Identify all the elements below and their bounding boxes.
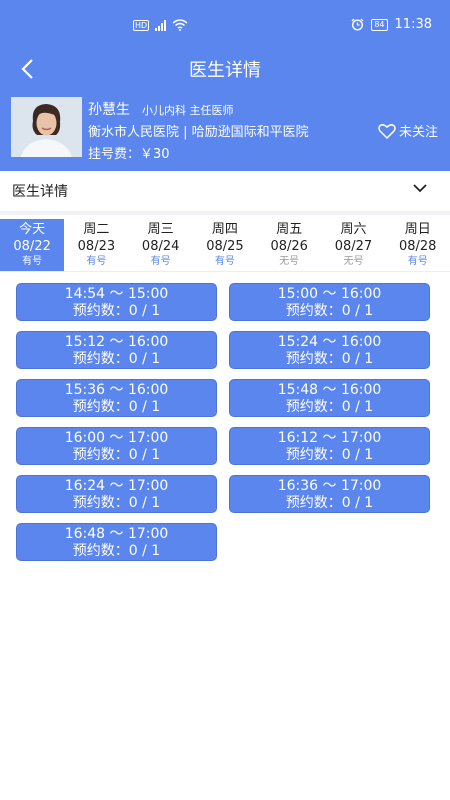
date-tab-availability: 有号 <box>150 256 171 267</box>
date-tab-availability: 有号 <box>214 256 235 267</box>
time-slot-count: 预约数：0 / 1 <box>285 399 374 415</box>
date-tab-6[interactable]: 周日 08/28 有号 <box>386 219 450 271</box>
follow-label: 未关注 <box>398 125 438 140</box>
signal-icon <box>155 19 167 31</box>
nav-bar: 医生详情 <box>0 48 450 88</box>
doctor-info: 孙慧生 小儿内科 主任医师 衡水市人民医院 | 哈励逊国际和平医院 挂号费：￥3… <box>0 97 450 162</box>
time-slot-button[interactable]: 15:00 ～ 16:00 预约数：0 / 1 <box>229 283 430 321</box>
time-slot-button[interactable]: 14:54 ～ 15:00 预约数：0 / 1 <box>16 283 217 321</box>
follow-button[interactable]: 未关注 <box>378 121 438 140</box>
time-slot-range: 14:54 ～ 15:00 <box>64 286 169 302</box>
date-tab-availability: 无号 <box>279 256 300 267</box>
date-tabs: 今天 08/22 有号 周二 08/23 有号 周三 08/24 有号 周四 08/25 有号 周五 08… <box>0 219 450 272</box>
wifi-icon <box>172 19 188 31</box>
date-tab-date: 08/27 <box>334 239 373 254</box>
time-slot-range: 15:00 ～ 16:00 <box>277 286 382 302</box>
doctor-detail-section[interactable]: 医生详情 <box>0 171 450 215</box>
time-slot-count: 预约数：0 / 1 <box>72 303 161 319</box>
date-tab-date: 08/22 <box>13 239 51 254</box>
section-title: 医生详情 <box>12 184 68 200</box>
date-tab-weekday: 周日 <box>404 222 431 237</box>
date-tab-availability: 有号 <box>22 256 43 267</box>
time-slot-count: 预约数：0 / 1 <box>72 351 161 367</box>
status-icons-left: HD <box>133 18 188 32</box>
date-tab-date: 08/24 <box>141 239 180 254</box>
time-slot-count: 预约数：0 / 1 <box>72 543 161 559</box>
date-tab-4[interactable]: 周五 08/26 无号 <box>257 219 321 271</box>
time-slot-button[interactable]: 16:00 ～ 17:00 预约数：0 / 1 <box>16 427 217 465</box>
time-slot-button[interactable]: 15:48 ～ 16:00 预约数：0 / 1 <box>229 379 430 417</box>
time-slot-range: 15:48 ～ 16:00 <box>277 382 382 398</box>
time-slot-button[interactable]: 16:12 ～ 17:00 预约数：0 / 1 <box>229 427 430 465</box>
time-slot-button[interactable]: 16:24 ～ 17:00 预约数：0 / 1 <box>16 475 217 513</box>
time-slot-count: 预约数：0 / 1 <box>285 303 374 319</box>
time-slot-range: 15:24 ～ 16:00 <box>277 334 382 350</box>
time-slot-button[interactable]: 16:48 ～ 17:00 预约数：0 / 1 <box>16 523 217 561</box>
registration-fee: 挂号费：￥30 <box>88 147 170 162</box>
time-slot-button[interactable]: 15:36 ～ 16:00 预约数：0 / 1 <box>16 379 217 417</box>
date-tab-2[interactable]: 周三 08/24 有号 <box>129 219 193 271</box>
date-tab-weekday: 周四 <box>211 222 238 237</box>
chevron-down-icon[interactable] <box>412 183 428 193</box>
date-tab-availability: 无号 <box>343 256 364 267</box>
time-slot-range: 16:36 ～ 17:00 <box>277 478 382 494</box>
page-title: 医生详情 <box>189 60 261 81</box>
doctor-name: 孙慧生 <box>88 102 130 118</box>
doctor-header: HD 84 11:38 医生详情 孙慧生 小儿内科 主任医师 衡水市人民医院 |… <box>0 0 450 171</box>
time-slot-range: 16:12 ～ 17:00 <box>277 430 382 446</box>
hd-badge: HD <box>133 19 150 31</box>
date-tab-date: 08/25 <box>206 239 244 254</box>
status-bar: HD 84 11:38 <box>0 0 450 40</box>
date-tab-weekday: 周二 <box>83 222 110 237</box>
time-slot-count: 预约数：0 / 1 <box>285 447 374 463</box>
time-slot-range: 16:48 ～ 17:00 <box>64 526 169 542</box>
time-slot-button[interactable]: 15:24 ～ 16:00 预约数：0 / 1 <box>229 331 430 369</box>
time-slot-range: 15:36 ～ 16:00 <box>64 382 169 398</box>
time-slot-button[interactable]: 15:12 ～ 16:00 预约数：0 / 1 <box>16 331 217 369</box>
status-icons-right: 84 11:38 <box>351 17 432 32</box>
doctor-department: 小儿内科 主任医师 <box>142 104 234 117</box>
date-tab-3[interactable]: 周四 08/25 有号 <box>193 219 257 271</box>
date-tab-5[interactable]: 周六 08/27 无号 <box>321 219 385 271</box>
time-slot-count: 预约数：0 / 1 <box>285 351 374 367</box>
date-tab-1[interactable]: 周二 08/23 有号 <box>64 219 128 271</box>
doctor-avatar <box>11 97 82 157</box>
date-tab-weekday: 今天 <box>19 222 46 237</box>
date-tab-availability: 有号 <box>407 256 428 267</box>
date-tab-date: 08/28 <box>398 239 437 254</box>
clock: 11:38 <box>394 17 432 32</box>
doctor-hospital: 衡水市人民医院 | 哈励逊国际和平医院 <box>88 125 309 140</box>
alarm-icon <box>351 18 364 31</box>
time-slot-count: 预约数：0 / 1 <box>72 495 161 511</box>
time-slot-count: 预约数：0 / 1 <box>72 447 161 463</box>
time-slot-button[interactable]: 16:36 ～ 17:00 预约数：0 / 1 <box>229 475 430 513</box>
date-tab-date: 08/23 <box>77 239 116 254</box>
date-tab-0[interactable]: 今天 08/22 有号 <box>0 219 65 271</box>
heart-icon <box>378 123 396 139</box>
time-slot-count: 预约数：0 / 1 <box>72 399 161 415</box>
time-slot-range: 16:24 ～ 17:00 <box>64 478 169 494</box>
time-slot-count: 预约数：0 / 1 <box>285 495 374 511</box>
date-tab-weekday: 周五 <box>276 222 303 237</box>
time-slot-range: 15:12 ～ 16:00 <box>64 334 169 350</box>
time-slot-range: 16:00 ～ 17:00 <box>64 430 169 446</box>
date-tab-availability: 有号 <box>86 256 107 267</box>
date-tab-weekday: 周三 <box>147 222 174 237</box>
date-tab-date: 08/26 <box>270 239 308 254</box>
battery-icon: 84 <box>371 18 388 31</box>
date-tab-weekday: 周六 <box>340 222 367 237</box>
